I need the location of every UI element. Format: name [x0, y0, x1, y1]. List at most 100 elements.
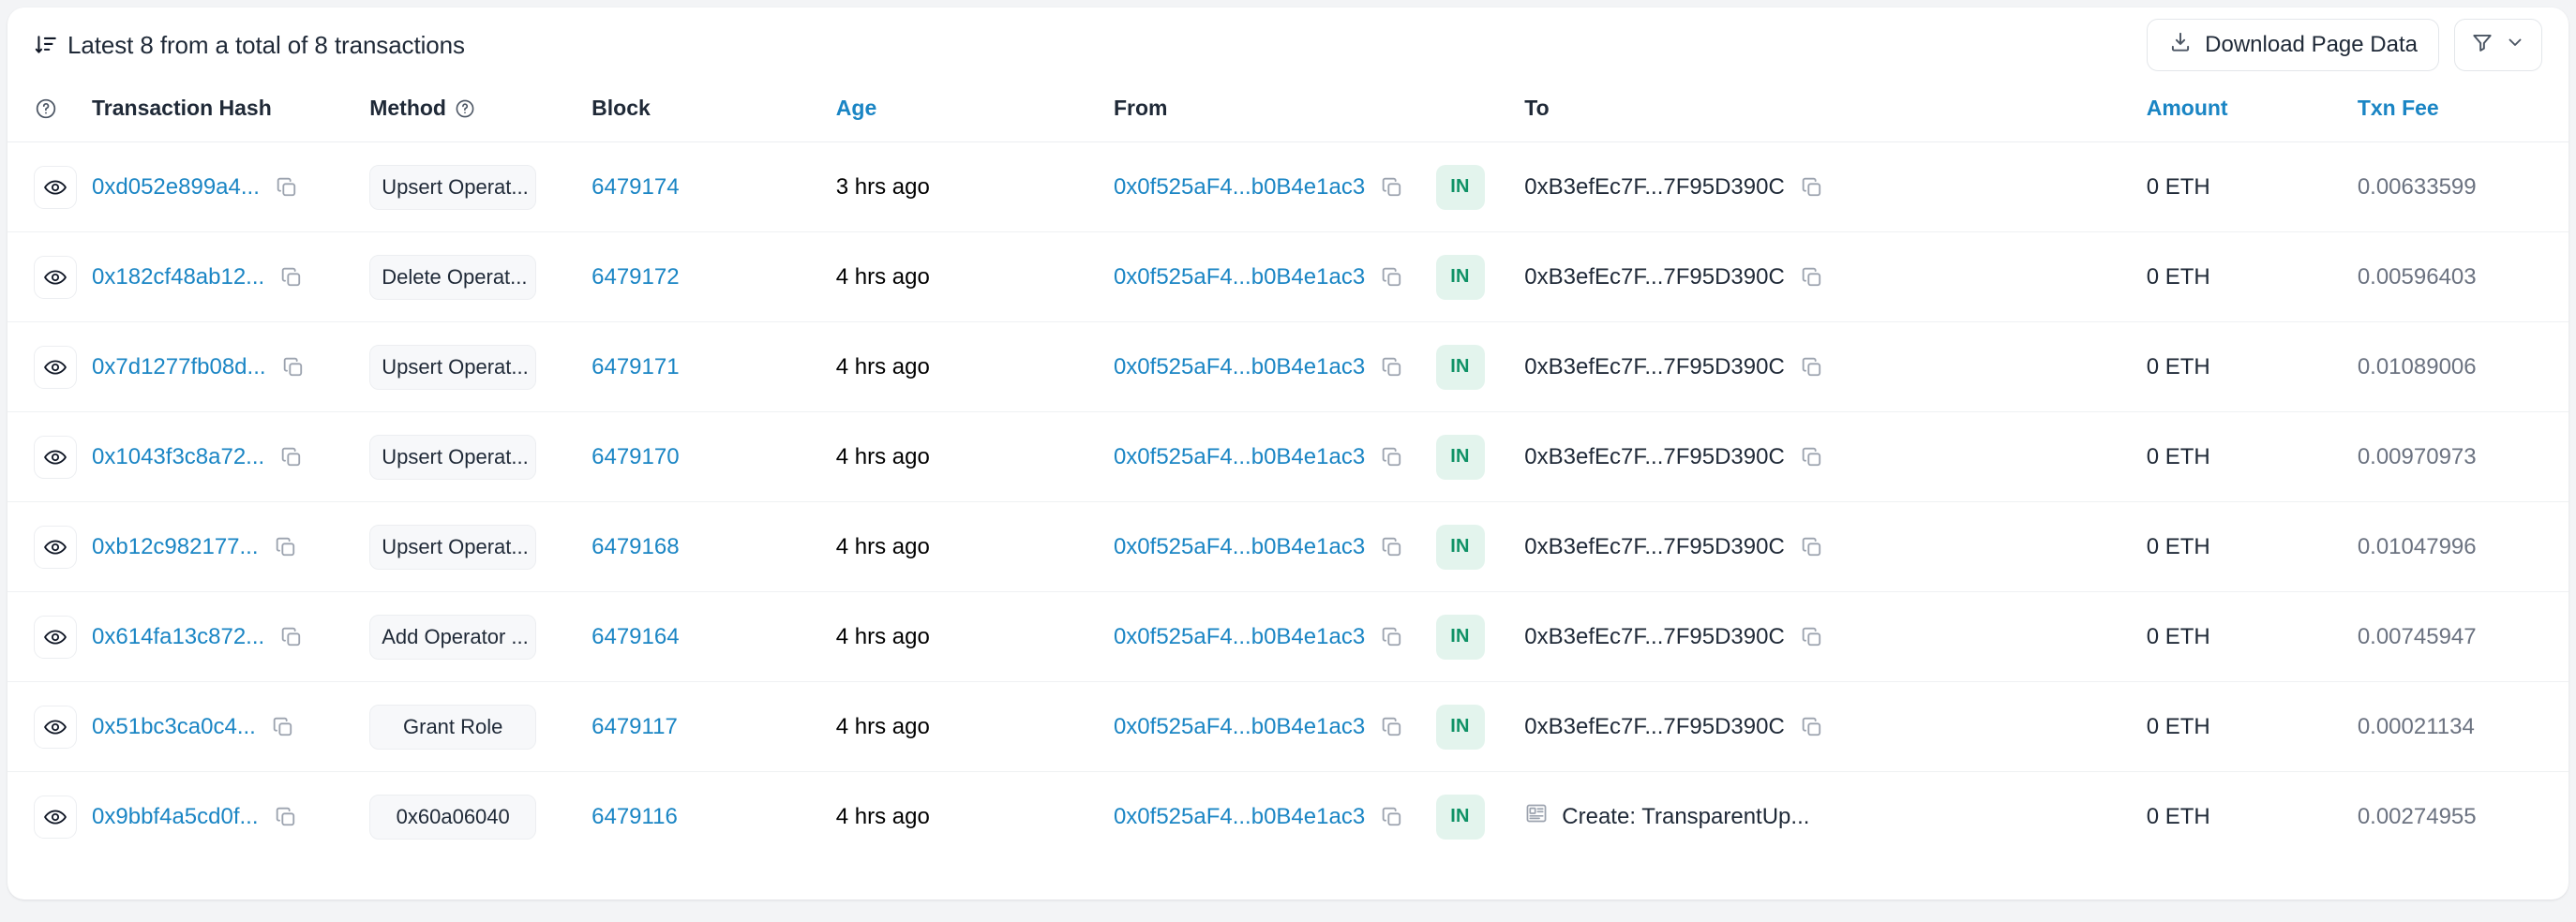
cell-direction: IN [1435, 772, 1525, 862]
cell-block: 6479171 [592, 321, 836, 412]
copy-hash-icon[interactable] [274, 535, 298, 559]
question-circle-icon[interactable] [34, 97, 58, 121]
transaction-hash-link[interactable]: 0x7d1277fb08d... [92, 354, 266, 380]
block-link[interactable]: 6479171 [592, 354, 679, 379]
cell-amount: 0 ETH [2146, 681, 2358, 772]
copy-hash-icon[interactable] [281, 355, 306, 379]
cell-transaction-hash: 0x182cf48ab12... [92, 231, 370, 322]
transaction-hash-link[interactable]: 0xb12c982177... [92, 534, 258, 560]
transaction-hash-link[interactable]: 0x51bc3ca0c4... [92, 714, 256, 740]
cell-direction: IN [1435, 501, 1525, 592]
block-link[interactable]: 6479174 [592, 174, 679, 200]
filter-button[interactable] [2454, 19, 2542, 71]
method-pill[interactable]: Upsert Operat... [369, 344, 537, 390]
transaction-hash-link[interactable]: 0x182cf48ab12... [92, 264, 264, 290]
block-link[interactable]: 6479117 [592, 714, 678, 739]
copy-to-address-icon[interactable] [1800, 535, 1824, 559]
method-pill[interactable]: 0x60a06040 [369, 794, 537, 840]
copy-from-address-icon[interactable] [1380, 175, 1404, 200]
copy-hash-icon[interactable] [279, 265, 304, 290]
txn-fee-value: 0.00596403 [2357, 263, 2477, 290]
cell-txn-fee: 0.00596403 [2357, 231, 2569, 322]
from-address-link[interactable]: 0x0f525aF4...b0B4e1ac3 [1114, 714, 1365, 740]
copy-to-address-icon[interactable] [1800, 445, 1824, 469]
column-label-hash: Transaction Hash [92, 96, 272, 120]
block-link[interactable]: 6479164 [592, 624, 679, 649]
copy-to-address-icon[interactable] [1800, 625, 1824, 649]
copy-from-address-icon[interactable] [1380, 805, 1404, 829]
direction-badge: IN [1435, 614, 1485, 660]
copy-hash-icon[interactable] [274, 805, 298, 829]
cell-age: 4 hrs ago [835, 411, 1114, 502]
method-pill[interactable]: Delete Operat... [369, 254, 537, 300]
from-address-link[interactable]: 0x0f525aF4...b0B4e1ac3 [1114, 444, 1365, 470]
age-text: 4 hrs ago [835, 713, 930, 739]
preview-transaction-button[interactable] [34, 345, 77, 389]
transaction-hash-link[interactable]: 0x9bbf4a5cd0f... [92, 804, 258, 830]
from-address-link[interactable]: 0x0f525aF4...b0B4e1ac3 [1114, 174, 1365, 201]
copy-hash-icon[interactable] [271, 715, 295, 739]
preview-transaction-button[interactable] [34, 795, 77, 839]
column-header-help [7, 82, 93, 142]
cell-amount: 0 ETH [2146, 231, 2358, 322]
funnel-icon [2470, 30, 2494, 61]
cell-from: 0x0f525aF4...b0B4e1ac3 [1113, 231, 1436, 322]
column-header-txn-fee[interactable]: Txn Fee [2357, 82, 2569, 142]
block-link[interactable]: 6479170 [592, 444, 679, 469]
copy-from-address-icon[interactable] [1380, 355, 1404, 379]
column-header-amount[interactable]: Amount [2146, 82, 2358, 142]
method-pill[interactable]: Upsert Operat... [369, 524, 537, 570]
from-address-link[interactable]: 0x0f525aF4...b0B4e1ac3 [1114, 624, 1365, 650]
copy-from-address-icon[interactable] [1380, 445, 1404, 469]
download-page-data-button[interactable]: Download Page Data [2147, 19, 2439, 71]
copy-to-address-icon[interactable] [1800, 265, 1824, 290]
transaction-hash-link[interactable]: 0xd052e899a4... [92, 174, 260, 201]
to-contract-label: Create: TransparentUp... [1562, 803, 1810, 829]
table-toolbar: Latest 8 from a total of 8 transactions … [7, 7, 2569, 82]
copy-hash-icon[interactable] [279, 445, 304, 469]
block-link[interactable]: 6479172 [592, 264, 679, 290]
column-header-age[interactable]: Age [835, 82, 1114, 142]
cell-transaction-hash: 0x7d1277fb08d... [92, 321, 370, 412]
question-circle-icon[interactable] [454, 97, 476, 120]
to-address: 0xB3efEc7F...7F95D390C [1524, 443, 1785, 469]
method-pill[interactable]: Upsert Operat... [369, 164, 537, 210]
preview-transaction-button[interactable] [34, 705, 77, 749]
cell-txn-fee: 0.01089006 [2357, 321, 2569, 412]
copy-from-address-icon[interactable] [1380, 625, 1404, 649]
direction-badge: IN [1435, 524, 1485, 570]
cell-from: 0x0f525aF4...b0B4e1ac3 [1113, 591, 1436, 682]
cell-method: Grant Role [369, 681, 592, 772]
preview-transaction-button[interactable] [34, 615, 77, 659]
method-pill[interactable]: Grant Role [369, 704, 537, 750]
sort-descending-icon [34, 33, 58, 57]
copy-to-address-icon[interactable] [1800, 715, 1824, 739]
copy-to-address-icon[interactable] [1800, 175, 1824, 200]
method-pill[interactable]: Add Operator ... [369, 614, 537, 660]
preview-transaction-button[interactable] [34, 255, 77, 299]
cell-block: 6479174 [592, 141, 836, 232]
block-link[interactable]: 6479116 [592, 804, 678, 829]
preview-transaction-button[interactable] [34, 525, 77, 569]
copy-from-address-icon[interactable] [1380, 265, 1404, 290]
from-address-link[interactable]: 0x0f525aF4...b0B4e1ac3 [1114, 354, 1365, 380]
copy-hash-icon[interactable] [279, 625, 304, 649]
amount-value: 0 ETH [2146, 803, 2210, 829]
cell-method: Upsert Operat... [369, 411, 592, 502]
transaction-hash-link[interactable]: 0x614fa13c872... [92, 624, 264, 650]
amount-value: 0 ETH [2146, 263, 2210, 290]
copy-from-address-icon[interactable] [1380, 715, 1404, 739]
from-address-link[interactable]: 0x0f525aF4...b0B4e1ac3 [1114, 534, 1365, 560]
cell-block: 6479170 [592, 411, 836, 502]
txn-fee-value: 0.00633599 [2357, 173, 2477, 200]
from-address-link[interactable]: 0x0f525aF4...b0B4e1ac3 [1114, 264, 1365, 290]
method-pill[interactable]: Upsert Operat... [369, 434, 537, 480]
block-link[interactable]: 6479168 [592, 534, 679, 559]
preview-transaction-button[interactable] [34, 435, 77, 479]
copy-to-address-icon[interactable] [1800, 355, 1824, 379]
copy-from-address-icon[interactable] [1380, 535, 1404, 559]
preview-transaction-button[interactable] [34, 165, 77, 209]
copy-hash-icon[interactable] [275, 175, 299, 200]
from-address-link[interactable]: 0x0f525aF4...b0B4e1ac3 [1114, 804, 1365, 830]
transaction-hash-link[interactable]: 0x1043f3c8a72... [92, 444, 264, 470]
